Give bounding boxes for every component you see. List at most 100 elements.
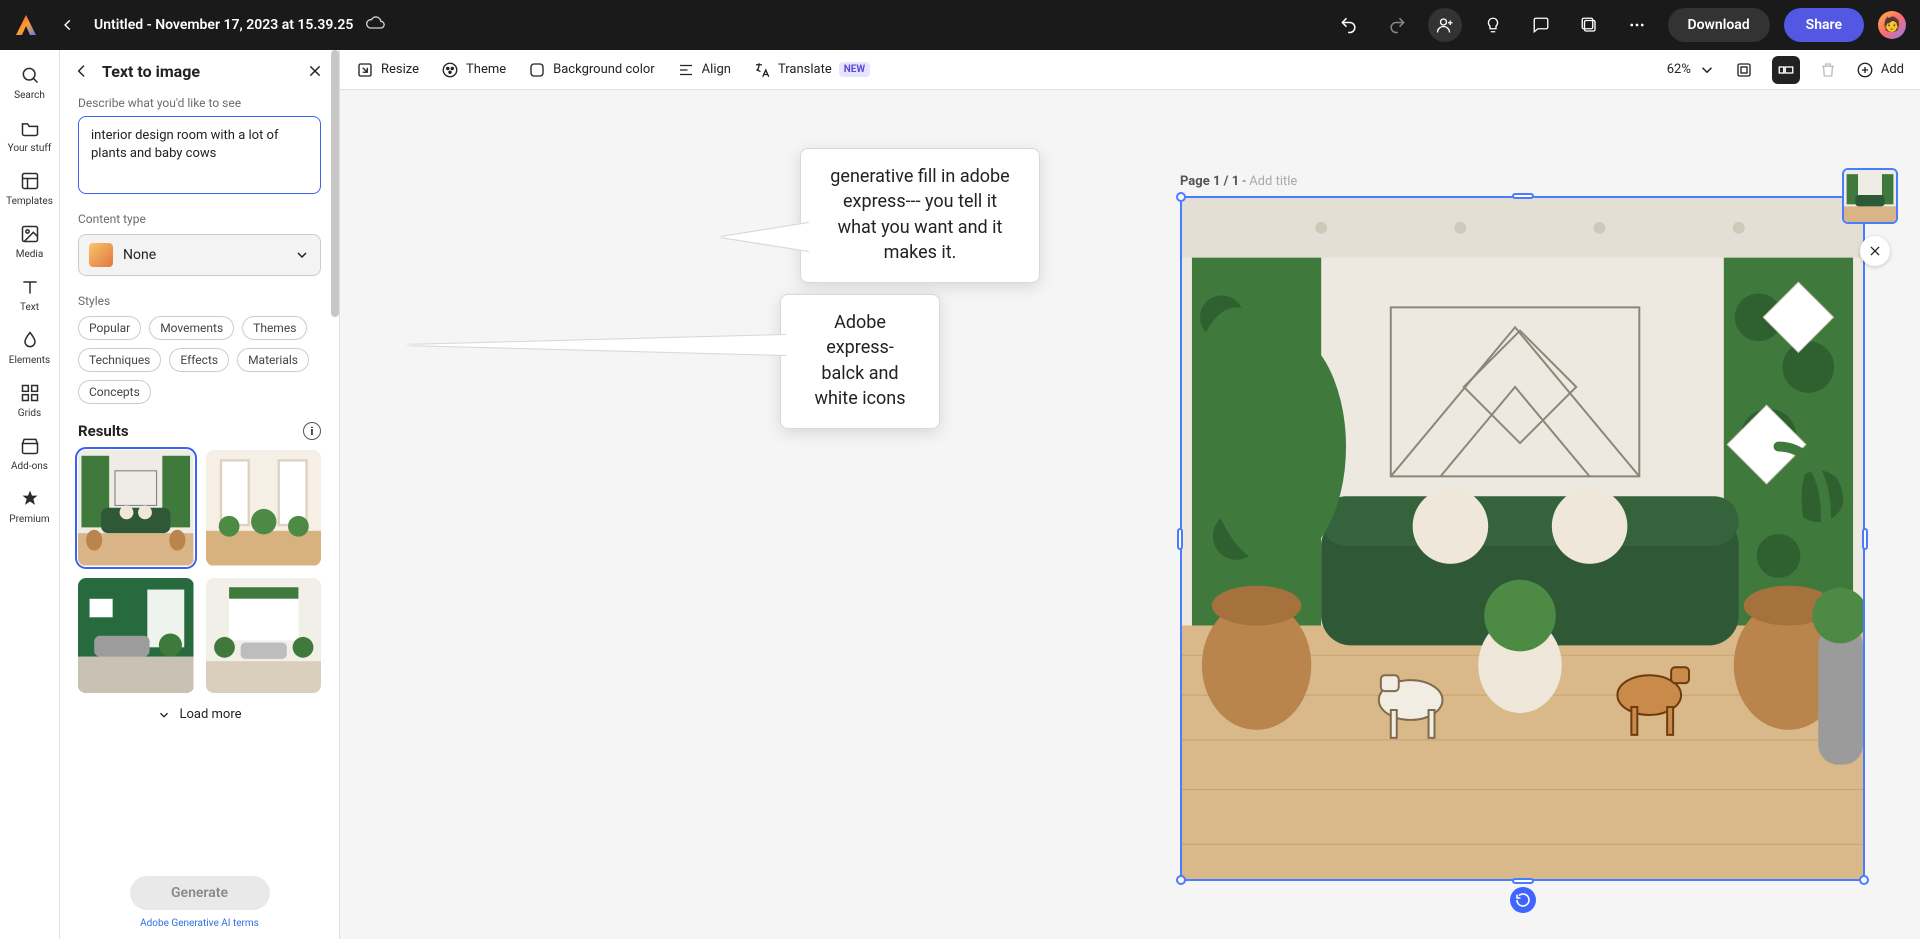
rail-grids[interactable]: Grids <box>0 382 60 419</box>
load-more-label: Load more <box>179 707 241 722</box>
elements-icon <box>19 329 41 351</box>
ai-terms-link[interactable]: Adobe Generative AI terms <box>78 918 321 929</box>
lightbulb-icon[interactable] <box>1476 8 1510 42</box>
zoom-level[interactable]: 62% <box>1667 61 1716 79</box>
revert-button[interactable] <box>1510 887 1536 913</box>
annotation-callout-2: Adobe express- balck and white icons <box>780 294 940 429</box>
callout-text: generative fill in adobe express--- you … <box>830 166 1009 263</box>
rail-text[interactable]: Text <box>0 276 60 313</box>
result-thumb-4[interactable] <box>206 578 322 694</box>
tool-theme[interactable]: Theme <box>441 61 506 79</box>
chip-popular[interactable]: Popular <box>78 316 141 340</box>
prompt-input[interactable]: interior design room with a lot of plant… <box>78 116 321 194</box>
content-type-label: Content type <box>78 212 321 226</box>
content-type-thumb <box>89 243 113 267</box>
share-button[interactable]: Share <box>1784 8 1864 42</box>
rail-search[interactable]: Search <box>0 64 60 101</box>
resize-edge-bottom[interactable] <box>1512 878 1534 884</box>
page-number: Page 1 / 1 <box>1180 174 1239 189</box>
search-icon <box>19 64 41 86</box>
invite-icon[interactable] <box>1428 8 1462 42</box>
callout-text: Adobe express- balck and white icons <box>814 312 905 409</box>
panel-title: Text to image <box>102 62 297 81</box>
content-type-value: None <box>123 247 284 263</box>
delete-icon <box>1814 56 1842 84</box>
close-thumbnails-button[interactable] <box>1860 236 1890 266</box>
styles-label: Styles <box>78 294 321 308</box>
resize-handle-br[interactable] <box>1859 875 1869 885</box>
rail-templates[interactable]: Templates <box>0 170 60 207</box>
page-view-icon[interactable] <box>1730 56 1758 84</box>
document-title[interactable]: Untitled - November 17, 2023 at 15.39.25 <box>94 17 353 33</box>
undo-icon[interactable] <box>1332 8 1366 42</box>
comment-icon[interactable] <box>1524 8 1558 42</box>
canvas-stage[interactable]: Resize Theme Background color Align Tran… <box>340 50 1920 939</box>
user-avatar[interactable]: 🧑 <box>1878 11 1906 39</box>
page-indicator[interactable]: Page 1 / 1 - Add title <box>1180 174 1297 189</box>
rail-label: Premium <box>9 514 49 525</box>
rail-media[interactable]: Media <box>0 223 60 260</box>
style-chips: Popular Movements Themes Techniques Effe… <box>78 316 321 404</box>
timeline-icon[interactable] <box>1772 56 1800 84</box>
rail-label: Grids <box>18 408 41 419</box>
zoom-value: 62% <box>1667 62 1691 77</box>
rail-your-stuff[interactable]: Your stuff <box>0 117 60 154</box>
result-thumb-3[interactable] <box>78 578 194 694</box>
more-icon[interactable] <box>1620 8 1654 42</box>
page-thumbnail[interactable] <box>1842 168 1898 224</box>
rail-premium[interactable]: Premium <box>0 488 60 525</box>
resize-edge-left[interactable] <box>1177 528 1183 550</box>
chevron-down-icon <box>294 247 310 263</box>
resize-handle-bl[interactable] <box>1176 875 1186 885</box>
redo-icon[interactable] <box>1380 8 1414 42</box>
app-topbar: Untitled - November 17, 2023 at 15.39.25… <box>0 0 1920 50</box>
results-grid <box>78 450 321 693</box>
chip-effects[interactable]: Effects <box>169 348 229 372</box>
chip-themes[interactable]: Themes <box>242 316 307 340</box>
chip-techniques[interactable]: Techniques <box>78 348 161 372</box>
rail-label: Templates <box>6 196 53 207</box>
tool-label: Translate <box>778 62 832 77</box>
generate-button: Generate <box>130 876 270 910</box>
selected-canvas[interactable] <box>1180 196 1865 881</box>
resize-edge-right[interactable] <box>1862 528 1868 550</box>
add-button[interactable]: Add <box>1856 61 1904 79</box>
text-to-image-panel: Text to image Describe what you'd like t… <box>60 50 340 939</box>
chip-concepts[interactable]: Concepts <box>78 380 151 404</box>
cloud-sync-icon <box>365 13 385 37</box>
load-more-button[interactable]: Load more <box>78 707 321 722</box>
tool-label: Add <box>1881 62 1904 77</box>
content-type-select[interactable]: None <box>78 234 321 276</box>
tool-label: Resize <box>381 62 419 77</box>
chevron-down-icon <box>1698 61 1716 79</box>
rail-label: Your stuff <box>8 143 52 154</box>
tool-label: Align <box>702 62 731 77</box>
app-logo <box>14 13 38 37</box>
chip-movements[interactable]: Movements <box>149 316 234 340</box>
rail-label: Media <box>16 249 44 260</box>
tool-label: Theme <box>466 62 506 77</box>
result-thumb-2[interactable] <box>206 450 322 566</box>
resize-edge-top[interactable] <box>1512 193 1534 199</box>
tool-translate[interactable]: Translate NEW <box>753 61 870 79</box>
chevron-down-icon <box>157 708 171 722</box>
panel-close-button[interactable] <box>307 63 325 81</box>
result-thumb-1[interactable] <box>78 450 194 566</box>
tool-bgcolor[interactable]: Background color <box>528 61 655 79</box>
grids-icon <box>19 382 41 404</box>
chip-materials[interactable]: Materials <box>237 348 309 372</box>
results-info-icon[interactable]: i <box>303 422 321 440</box>
canvas-toolbar: Resize Theme Background color Align Tran… <box>340 50 1920 90</box>
tool-resize[interactable]: Resize <box>356 61 419 79</box>
back-button[interactable] <box>56 13 80 37</box>
present-icon[interactable] <box>1572 8 1606 42</box>
tool-align[interactable]: Align <box>677 61 731 79</box>
annotation-callout-1: generative fill in adobe express--- you … <box>800 148 1040 283</box>
download-button[interactable]: Download <box>1668 8 1770 42</box>
panel-back-button[interactable] <box>74 63 92 81</box>
resize-handle-tl[interactable] <box>1176 192 1186 202</box>
new-badge: NEW <box>839 62 870 77</box>
rail-elements[interactable]: Elements <box>0 329 60 366</box>
rail-addons[interactable]: Add-ons <box>0 435 60 472</box>
rail-label: Search <box>14 90 45 101</box>
